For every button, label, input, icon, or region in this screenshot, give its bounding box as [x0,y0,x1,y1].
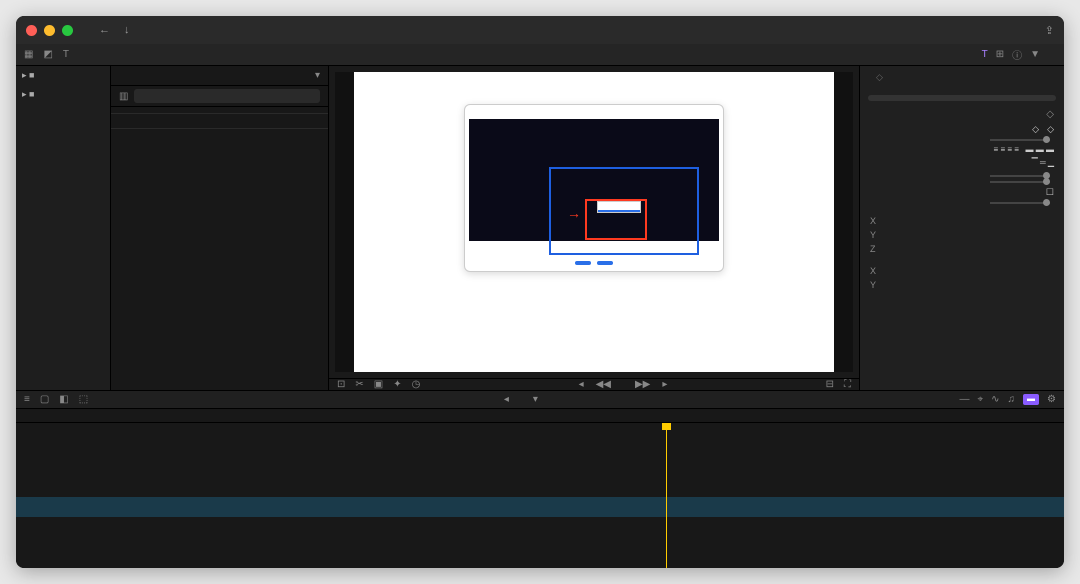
shapes-grid-2 [111,129,328,137]
titlebar: ← ↓ ⇪ [16,16,1064,44]
format-dropdown[interactable] [597,201,641,213]
selector-icon[interactable]: ▣ [374,379,383,390]
audio-track[interactable] [16,497,1064,517]
timeline-ruler[interactable] [16,409,1064,423]
tl-tool-1[interactable]: ▢ [40,394,49,405]
text-value-field[interactable] [868,95,1056,101]
tl-settings-icon[interactable]: ⚙ [1047,394,1056,405]
video-frame: → [354,72,834,372]
tl-snap-icon[interactable]: ⌖ [977,394,983,405]
video-track[interactable] [16,459,1064,495]
inspector-tab-color[interactable]: ▼ [1030,49,1040,60]
align-buttons[interactable]: ≡ ≡ ≡ ≡ ▬ ▬ ▬ [994,145,1054,154]
marker-track [16,435,1064,447]
fullscreen-icon[interactable]: ⛶ [844,379,851,390]
main-area: ▸ ■ ▸ ■ ▾ ▥ [16,66,1064,390]
back-icon[interactable]: ← [99,24,110,36]
dialog: → [464,104,724,272]
prev-frame-icon[interactable]: ◂ [579,379,584,390]
main-toolbar: ▦ ◩ T T ⊞ ⓘ ▼ [16,44,1064,66]
sidebar-group-generators[interactable]: ▸ ■ [16,85,110,104]
playhead[interactable] [666,423,667,568]
tl-back-icon[interactable]: ◂ [504,394,509,405]
allcaps-size-slider[interactable] [990,202,1050,204]
tl-tool-3[interactable]: ⬚ [79,394,88,405]
inspector-tab-video[interactable]: ⊞ [996,49,1004,60]
inspector: ◇ ◇ ◇ ◇ ≡ ≡ ≡ ≡ ▬ ▬ ▬ ▔ ═ ▁ [859,66,1064,390]
tl-tool-2[interactable]: ◧ [59,394,68,405]
maximize-window[interactable] [62,25,73,36]
inspector-tab-info[interactable]: ⓘ [1012,47,1022,62]
timeline: ≡ ▢ ◧ ⬚ ◂ ▾ — ⌖ ∿ ♫ ▬ ⚙ [16,390,1064,568]
tracking-slider[interactable] [990,175,1050,177]
tl-solo-icon[interactable]: ▬ [1023,394,1039,405]
sidebar-header[interactable]: ▸ ■ [16,66,110,85]
enhance-icon[interactable]: ✦ [393,379,401,390]
size-slider[interactable] [990,139,1050,141]
view-options-icon[interactable]: ⊟ [826,379,834,390]
browser-section-2 [111,122,328,129]
browser-menu-icon[interactable]: ▾ [315,70,320,81]
next-frame-icon[interactable]: ▸ [662,379,667,390]
browser-header: ▾ [111,66,328,86]
valign-buttons[interactable]: ▔ ═ ▁ [1032,158,1054,167]
filter-icon[interactable]: ▥ [119,91,128,102]
traffic-lights [26,25,73,36]
library-icon[interactable]: ▦ [24,49,33,60]
timeline-toolbar: ≡ ▢ ◧ ⬚ ◂ ▾ — ⌖ ∿ ♫ ▬ ⚙ [16,391,1064,409]
viewer-controls: ⊡ ✂ ▣ ✦ ◷ ◂ ◀◀ ▶▶ ▸ ⊟ ⛶ [329,378,859,390]
browser-section-1 [111,107,328,114]
dialog-title [465,109,723,119]
app-window: ← ↓ ⇪ ▦ ◩ T T ⊞ ⓘ ▼ ▸ ■ ▸ ■ [16,16,1064,568]
crop-icon[interactable]: ✂ [355,379,363,390]
text-style-dropdown[interactable]: ◇ [860,66,1064,89]
retime-icon[interactable]: ◷ [412,379,421,390]
timeline-tracks[interactable] [16,423,1064,568]
close-window[interactable] [26,25,37,36]
prev-button[interactable] [575,261,591,265]
inspector-tab-text[interactable]: T [982,49,988,60]
effects-browser: ▾ ▥ [111,66,329,390]
baseline-slider[interactable] [990,181,1050,183]
media-icon[interactable]: ◩ [43,49,52,60]
share-icon[interactable]: ⇪ [1045,24,1054,37]
play-back-icon[interactable]: ◀◀ [596,379,611,390]
import-icon[interactable]: ↓ [124,24,130,36]
tl-audio-icon[interactable]: ♫ [1008,394,1016,405]
titles-icon[interactable]: T [63,49,69,60]
titlebar-nav: ← ↓ [99,24,130,36]
shapes-grid-1 [111,114,328,122]
sidebar: ▸ ■ ▸ ■ [16,66,111,390]
index-icon[interactable]: ≡ [24,394,30,405]
allcaps-checkbox[interactable]: ☐ [1046,187,1054,198]
dialog-preview: → [469,119,719,241]
viewer: → [329,66,859,390]
search-row: ▥ [111,86,328,107]
search-input[interactable] [134,89,320,103]
red-arrow-icon: → [567,205,581,221]
minimize-window[interactable] [44,25,55,36]
next-button[interactable] [597,261,613,265]
transform-icon[interactable]: ⊡ [337,379,345,390]
viewer-canvas[interactable]: → [335,72,853,372]
play-icon[interactable]: ▶▶ [635,379,650,390]
tl-zoom-icon[interactable]: — [959,394,969,405]
tl-skimming-icon[interactable]: ∿ [991,394,999,405]
